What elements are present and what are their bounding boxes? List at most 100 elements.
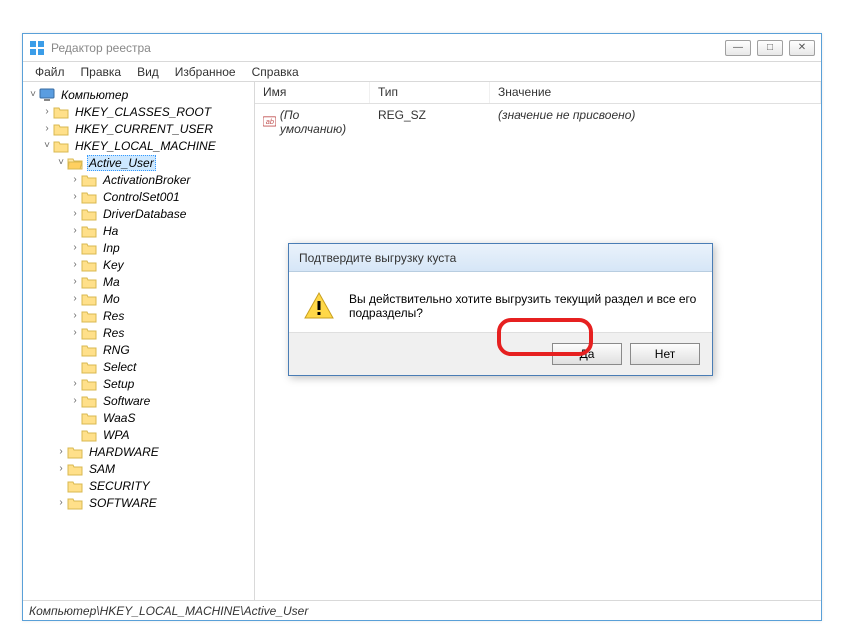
chevron-right-icon[interactable]: › <box>69 395 81 407</box>
folder-icon <box>53 139 69 153</box>
col-value[interactable]: Значение <box>490 82 821 103</box>
cell-name: ab (По умолчанию) <box>255 106 370 138</box>
computer-icon <box>39 88 55 102</box>
folder-icon <box>67 496 83 510</box>
folder-icon <box>81 411 97 425</box>
tree-root[interactable]: ˅ Компьютер <box>27 86 252 103</box>
folder-icon <box>81 343 97 357</box>
tree-item[interactable]: ›Res <box>69 324 252 341</box>
tree-item[interactable]: ˅HKEY_LOCAL_MACHINE <box>41 137 252 154</box>
tree-item[interactable]: ›RNG <box>69 341 252 358</box>
folder-icon <box>81 428 97 442</box>
chevron-right-icon[interactable]: › <box>69 259 81 271</box>
folder-icon <box>81 326 97 340</box>
menu-favorites[interactable]: Избранное <box>167 63 244 81</box>
tree-item[interactable]: ›Ma <box>69 273 252 290</box>
folder-icon <box>81 224 97 238</box>
folder-icon <box>81 173 97 187</box>
folder-icon <box>67 445 83 459</box>
window-controls: — □ ✕ <box>725 40 815 56</box>
tree-item[interactable]: ›HARDWARE <box>55 443 252 460</box>
tree-item[interactable]: ›Setup <box>69 375 252 392</box>
dialog-title: Подтвердите выгрузку куста <box>289 244 712 272</box>
chevron-right-icon[interactable]: › <box>55 497 67 509</box>
list-row[interactable]: ab (По умолчанию) REG_SZ (значение не пр… <box>255 104 821 140</box>
no-button[interactable]: Нет <box>630 343 700 365</box>
folder-icon <box>81 258 97 272</box>
tree-item[interactable]: ›Res <box>69 307 252 324</box>
minimize-button[interactable]: — <box>725 40 751 56</box>
maximize-button[interactable]: □ <box>757 40 783 56</box>
folder-icon <box>67 462 83 476</box>
chevron-right-icon[interactable]: › <box>69 293 81 305</box>
app-icon <box>29 40 45 56</box>
menu-help[interactable]: Справка <box>244 63 307 81</box>
svg-text:ab: ab <box>266 117 274 126</box>
menu-file[interactable]: Файл <box>27 63 73 81</box>
warning-icon <box>303 290 335 322</box>
col-name[interactable]: Имя <box>255 82 370 103</box>
tree-item[interactable]: ›SAM <box>55 460 252 477</box>
folder-icon <box>53 122 69 136</box>
tree-item[interactable]: ›Inp <box>69 239 252 256</box>
dialog-message: Вы действительно хотите выгрузить текущи… <box>349 290 698 320</box>
tree-item-selected[interactable]: ˅Active_User <box>55 154 252 171</box>
list-header: Имя Тип Значение <box>255 82 821 104</box>
chevron-down-icon[interactable]: ˅ <box>27 89 39 101</box>
chevron-right-icon[interactable]: › <box>69 242 81 254</box>
tree-item[interactable]: ›DriverDatabase <box>69 205 252 222</box>
chevron-right-icon[interactable]: › <box>41 123 53 135</box>
tree-item[interactable]: ›WaaS <box>69 409 252 426</box>
chevron-right-icon[interactable]: › <box>69 276 81 288</box>
cell-value: (значение не присвоено) <box>490 106 821 138</box>
chevron-right-icon[interactable]: › <box>69 327 81 339</box>
window-title: Редактор реестра <box>51 41 725 55</box>
tree-item[interactable]: ›Software <box>69 392 252 409</box>
folder-icon <box>81 292 97 306</box>
tree-item[interactable]: ›HKEY_CLASSES_ROOT <box>41 103 252 120</box>
confirm-dialog: Подтвердите выгрузку куста Вы действител… <box>288 243 713 376</box>
tree-item[interactable]: ›SECURITY <box>55 477 252 494</box>
folder-icon <box>81 241 97 255</box>
chevron-down-icon[interactable]: ˅ <box>41 140 53 152</box>
dialog-buttons: Да Нет <box>289 333 712 375</box>
tree-item[interactable]: ›ActivationBroker <box>69 171 252 188</box>
chevron-right-icon[interactable]: › <box>69 174 81 186</box>
folder-icon <box>81 394 97 408</box>
titlebar: Редактор реестра — □ ✕ <box>23 34 821 62</box>
chevron-down-icon[interactable]: ˅ <box>55 157 67 169</box>
chevron-right-icon[interactable]: › <box>69 378 81 390</box>
menu-edit[interactable]: Правка <box>73 63 130 81</box>
tree-item[interactable]: ›WPA <box>69 426 252 443</box>
folder-icon <box>53 105 69 119</box>
cell-type: REG_SZ <box>370 106 490 138</box>
chevron-right-icon[interactable]: › <box>69 310 81 322</box>
menu-view[interactable]: Вид <box>129 63 167 81</box>
chevron-right-icon[interactable]: › <box>69 208 81 220</box>
folder-icon <box>67 479 83 493</box>
tree-item[interactable]: ›HKEY_CURRENT_USER <box>41 120 252 137</box>
folder-icon <box>81 207 97 221</box>
tree-item[interactable]: ›Select <box>69 358 252 375</box>
chevron-right-icon[interactable]: › <box>69 225 81 237</box>
folder-open-icon <box>67 156 83 170</box>
close-button[interactable]: ✕ <box>789 40 815 56</box>
chevron-right-icon[interactable]: › <box>55 463 67 475</box>
chevron-right-icon[interactable]: › <box>55 446 67 458</box>
folder-icon <box>81 190 97 204</box>
tree-item[interactable]: ›SOFTWARE <box>55 494 252 511</box>
chevron-right-icon[interactable]: › <box>41 106 53 118</box>
folder-icon <box>81 377 97 391</box>
tree-item[interactable]: ›Ha <box>69 222 252 239</box>
string-value-icon: ab <box>263 115 276 129</box>
statusbar: Компьютер\HKEY_LOCAL_MACHINE\Active_User <box>23 600 821 620</box>
dialog-body: Вы действительно хотите выгрузить текущи… <box>289 272 712 333</box>
tree-item[interactable]: ›Mo <box>69 290 252 307</box>
registry-tree[interactable]: ˅ Компьютер ›HKEY_CLASSES_ROOT ›HKEY_CUR… <box>23 82 255 600</box>
tree-item[interactable]: ›ControlSet001 <box>69 188 252 205</box>
chevron-right-icon[interactable]: › <box>69 191 81 203</box>
col-type[interactable]: Тип <box>370 82 490 103</box>
folder-icon <box>81 360 97 374</box>
yes-button[interactable]: Да <box>552 343 622 365</box>
tree-item[interactable]: ›Key <box>69 256 252 273</box>
